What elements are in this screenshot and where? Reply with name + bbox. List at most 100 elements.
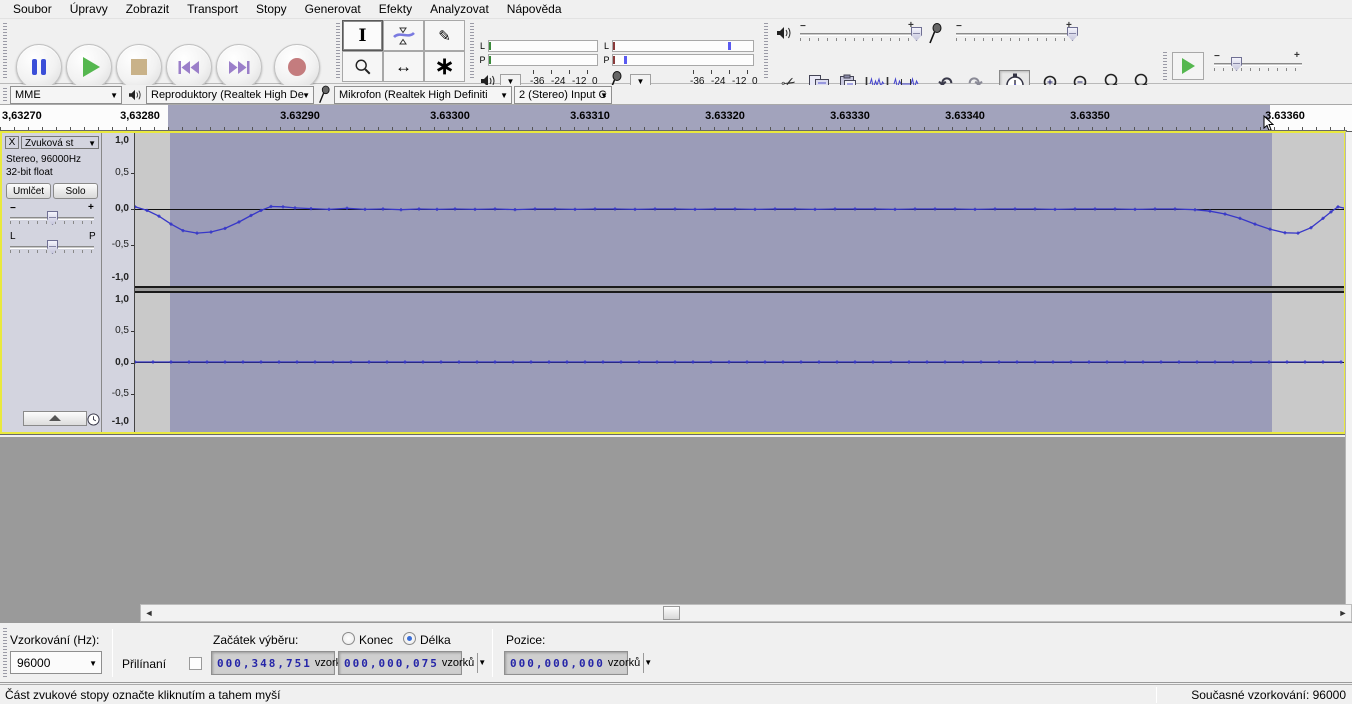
- field-dropdown-icon[interactable]: ▼: [477, 653, 486, 673]
- playback-meter-ticks: [533, 70, 595, 74]
- input-volume-ticks: [956, 38, 1072, 41]
- vruler-label: 0,0: [115, 203, 129, 214]
- draw-tool-button[interactable]: ✎: [424, 20, 465, 51]
- chevron-down-icon: ▼: [600, 91, 608, 100]
- device-toolbar-grip[interactable]: [3, 88, 7, 102]
- asterisk-icon: ∗: [434, 62, 454, 72]
- selection-tool-button[interactable]: I: [342, 20, 383, 51]
- vertical-ruler[interactable]: 1,0 0,5 0,0 -0,5 -1,0 1,0 0,5 0,0 -0,5 -…: [102, 133, 135, 432]
- zoom-tool-button[interactable]: [342, 51, 383, 82]
- pause-icon: [32, 59, 46, 75]
- timeline-label: 3.63330: [830, 110, 870, 122]
- mute-button[interactable]: Umlčet: [6, 183, 51, 199]
- playback-meter-l-label: L: [478, 41, 487, 51]
- menu-soubor[interactable]: Soubor: [4, 0, 61, 19]
- stop-button[interactable]: [116, 44, 162, 90]
- menu-stopy[interactable]: Stopy: [247, 0, 296, 19]
- divider: [112, 629, 113, 677]
- menu-generovat[interactable]: Generovat: [296, 0, 370, 19]
- position-label: Pozice:: [506, 633, 545, 647]
- timeline-ruler[interactable]: 3,63270 3,63280 3.63290 3.63300 3.63310 …: [0, 105, 1352, 132]
- timeline-label: 3.63340: [945, 110, 985, 122]
- input-channels-combo[interactable]: 2 (Stereo) Input C▼: [514, 86, 612, 104]
- vertical-scrollbar[interactable]: [1345, 132, 1352, 605]
- channel-divider[interactable]: [135, 286, 1344, 293]
- envelope-tool-button[interactable]: [383, 20, 424, 51]
- transport-toolbar-grip[interactable]: [3, 23, 7, 80]
- playback-meter[interactable]: L P: [478, 40, 598, 69]
- chevron-down-icon: ▼: [500, 91, 508, 100]
- multi-tool-button[interactable]: ∗: [424, 51, 465, 82]
- speed-max: +: [1294, 50, 1300, 61]
- timeline-label: 3.63290: [280, 110, 320, 122]
- track-collapse-button[interactable]: [23, 411, 87, 426]
- pause-button[interactable]: [16, 44, 62, 90]
- menu-analyzovat[interactable]: Analyzovat: [421, 0, 498, 19]
- menu-efekty[interactable]: Efekty: [370, 0, 421, 19]
- track-bitdepth-info: 32-bit float: [6, 167, 53, 178]
- playback-meter-bar-l: [488, 40, 598, 52]
- input-device-mic-icon: [318, 85, 330, 105]
- input-volume-slider[interactable]: [956, 33, 1072, 36]
- menu-bar: Soubor Úpravy Zobrazit Transport Stopy G…: [0, 0, 1352, 19]
- track-title-menu[interactable]: Zvuková st▼: [21, 136, 99, 149]
- playback-speed-slider[interactable]: [1214, 63, 1302, 66]
- selection-start-field[interactable]: 000,348,751 vzorků ▼: [211, 651, 335, 675]
- status-bar: Část zvukové stopy označte kliknutím a t…: [0, 684, 1352, 704]
- left-channel[interactable]: [135, 133, 1344, 286]
- output-volume-ticks: [800, 38, 916, 41]
- skip-to-start-button[interactable]: [166, 44, 212, 90]
- menu-zobrazit[interactable]: Zobrazit: [117, 0, 178, 19]
- speed-min: −: [1214, 51, 1220, 62]
- end-radio-label: Konec: [359, 633, 393, 647]
- track-close-button[interactable]: X: [5, 136, 19, 149]
- playback-meter-bar-p: [488, 54, 598, 66]
- menu-napoveda[interactable]: Nápověda: [498, 0, 571, 19]
- tools-toolbar-grip[interactable]: [336, 23, 340, 80]
- skip-to-end-button[interactable]: [216, 44, 262, 90]
- record-button[interactable]: [274, 44, 320, 90]
- output-device-combo[interactable]: Reproduktory (Realtek High De▼: [146, 86, 314, 104]
- status-message: Část zvukové stopy označte kliknutím a t…: [5, 688, 280, 702]
- meter-toolbar-grip[interactable]: [470, 23, 474, 80]
- timeline-label: 3.63320: [705, 110, 745, 122]
- output-volume-slider[interactable]: [800, 33, 916, 36]
- length-radio[interactable]: [403, 632, 416, 645]
- selection-length-field[interactable]: 000,000,075 vzorků ▼: [338, 651, 462, 675]
- input-device-combo[interactable]: Mikrofon (Realtek High Definiti▼: [334, 86, 512, 104]
- mixer-toolbar-grip[interactable]: [764, 23, 768, 80]
- vruler-label: -1,0: [112, 272, 129, 283]
- horizontal-scrollbar[interactable]: ◄ ►: [140, 604, 1352, 622]
- status-divider: [1156, 687, 1157, 703]
- scroll-right-arrow[interactable]: ►: [1335, 605, 1351, 621]
- right-channel[interactable]: [135, 293, 1344, 432]
- position-field[interactable]: 000,000,000 vzorků ▼: [504, 651, 628, 675]
- recording-meter-peak-l: [728, 42, 731, 50]
- menu-upravy[interactable]: Úpravy: [61, 0, 117, 19]
- transcription-toolbar-grip[interactable]: [1163, 52, 1167, 80]
- end-radio[interactable]: [342, 632, 355, 645]
- menu-transport[interactable]: Transport: [178, 0, 247, 19]
- horizontal-scroll-thumb[interactable]: [663, 606, 680, 620]
- timeshift-tool-button[interactable]: ↔: [383, 51, 424, 82]
- recording-meter[interactable]: L P: [602, 40, 754, 69]
- audio-host-combo[interactable]: MME▼: [10, 86, 122, 104]
- ibeam-icon: I: [359, 26, 367, 46]
- play-icon: [83, 57, 100, 77]
- snap-checkbox[interactable]: [189, 657, 202, 670]
- selection-toolbar: Vzorkování (Hz): 96000▼ Přilínaní Začáte…: [0, 622, 1352, 683]
- scroll-left-arrow[interactable]: ◄: [141, 605, 157, 621]
- sample-rate-combo[interactable]: 96000▼: [10, 651, 102, 674]
- play-at-speed-icon: [1182, 58, 1195, 74]
- play-button[interactable]: [66, 44, 112, 90]
- selection-toolbar-grip[interactable]: [3, 628, 7, 678]
- output-device-speaker-icon: [128, 89, 142, 101]
- chevron-down-icon: ▼: [110, 91, 118, 100]
- device-toolbar: MME▼ Reproduktory (Realtek High De▼ Mikr…: [0, 85, 1352, 105]
- audacity-window: Soubor Úpravy Zobrazit Transport Stopy G…: [0, 0, 1352, 704]
- waveform-zone[interactable]: [135, 133, 1344, 432]
- field-dropdown-icon[interactable]: ▼: [643, 653, 652, 673]
- solo-button[interactable]: Solo: [53, 183, 98, 199]
- play-at-speed-button[interactable]: [1172, 52, 1204, 80]
- envelope-icon: [392, 26, 416, 46]
